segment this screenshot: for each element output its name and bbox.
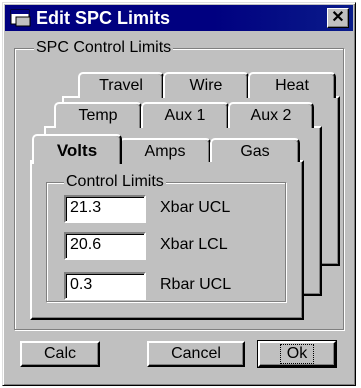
spc-control-limits-label: SPC Control Limits bbox=[34, 39, 174, 57]
xbar-ucl-field[interactable]: 21.3 bbox=[64, 195, 146, 223]
ok-button-label: Ok bbox=[279, 344, 315, 364]
cancel-button[interactable]: Cancel bbox=[147, 341, 245, 367]
tab-amps[interactable]: Amps bbox=[119, 138, 211, 162]
tab-wire[interactable]: Wire bbox=[163, 72, 249, 98]
tab-aux-1[interactable]: Aux 1 bbox=[141, 102, 229, 128]
tab-temp[interactable]: Temp bbox=[54, 102, 142, 128]
tab-volts[interactable]: Volts bbox=[32, 134, 122, 164]
ok-button[interactable]: Ok bbox=[257, 340, 337, 368]
close-button[interactable]: ✕ bbox=[327, 8, 349, 28]
tab-gas[interactable]: Gas bbox=[210, 138, 300, 162]
xbar-lcl-field[interactable]: 20.6 bbox=[64, 232, 146, 260]
tab-heat[interactable]: Heat bbox=[248, 72, 336, 98]
calc-button[interactable]: Calc bbox=[20, 341, 100, 367]
window-title: Edit SPC Limits bbox=[36, 8, 171, 28]
rbar-ucl-label: Rbar UCL bbox=[160, 276, 232, 293]
tab-aux-2[interactable]: Aux 2 bbox=[228, 102, 314, 128]
control-limits-label: Control Limits bbox=[64, 173, 166, 191]
xbar-lcl-label: Xbar LCL bbox=[160, 236, 228, 253]
xbar-ucl-label: Xbar UCL bbox=[160, 199, 231, 216]
close-icon: ✕ bbox=[331, 9, 345, 26]
rbar-ucl-field[interactable]: 0.3 bbox=[64, 272, 146, 300]
tab-travel[interactable]: Travel bbox=[78, 72, 164, 98]
app-window-icon bbox=[10, 9, 32, 27]
